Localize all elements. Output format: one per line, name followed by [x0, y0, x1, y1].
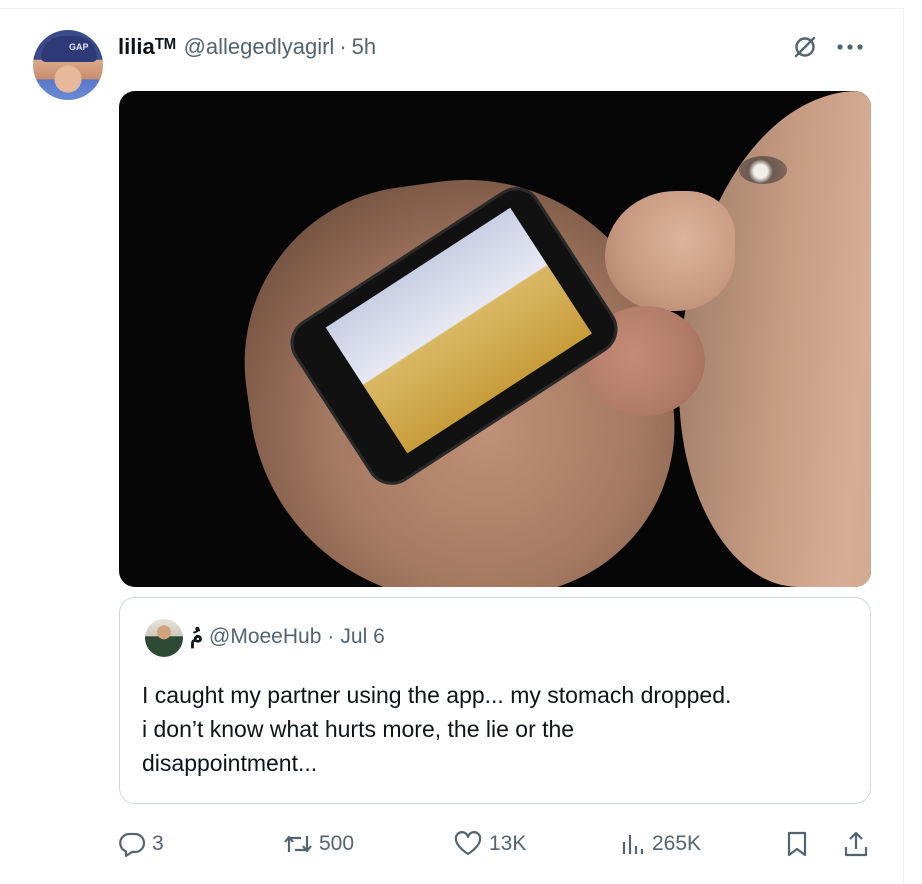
header-separator: ·	[339, 34, 347, 59]
reply-button[interactable]: 3	[118, 822, 164, 866]
quoted-header: مُ @MoeeHub · Jul 6	[190, 624, 385, 649]
like-button[interactable]: 13K	[453, 822, 526, 866]
heart-icon	[453, 830, 483, 858]
tweet-media-image[interactable]	[119, 91, 871, 587]
author-avatar[interactable]: GAP	[33, 30, 103, 100]
more-icon[interactable]	[832, 32, 868, 62]
quoted-timestamp[interactable]: Jul 6	[340, 625, 384, 649]
right-divider	[903, 8, 904, 884]
quoted-author-avatar[interactable]	[145, 619, 183, 657]
views-count: 265K	[652, 832, 702, 855]
action-bar: 3 500 13K 265K	[0, 822, 904, 866]
bookmark-button[interactable]	[784, 822, 810, 866]
share-icon	[842, 829, 870, 859]
quoted-separator: ·	[327, 624, 335, 648]
reply-count: 3	[152, 832, 164, 855]
avatar-cap: GAP	[41, 36, 97, 62]
author-name[interactable]: liliaᵀᴹ	[118, 34, 176, 60]
media-eye	[739, 156, 787, 184]
views-button[interactable]: 265K	[620, 822, 701, 866]
repost-icon	[283, 830, 313, 858]
reply-icon	[118, 830, 146, 858]
media-nose	[605, 191, 735, 311]
like-count: 13K	[489, 832, 527, 855]
quoted-text: I caught my partner using the app... my …	[142, 682, 732, 776]
analytics-icon	[620, 830, 646, 858]
grok-icon[interactable]	[790, 32, 820, 62]
repost-count: 500	[319, 832, 355, 855]
quoted-author-handle[interactable]: @MoeeHub	[209, 625, 321, 649]
tweet-card[interactable]: GAP liliaᵀᴹ @allegedlyagirl · 5h مُ @Moe…	[0, 0, 922, 884]
quoted-author-name[interactable]: مُ	[190, 624, 203, 649]
tweet-header: liliaᵀᴹ @allegedlyagirl · 5h	[118, 34, 376, 60]
bookmark-icon	[784, 829, 810, 859]
top-divider	[0, 8, 904, 9]
quoted-tweet[interactable]: مُ @MoeeHub · Jul 6 I caught my partner …	[119, 597, 871, 804]
tweet-timestamp[interactable]: 5h	[352, 34, 376, 60]
share-button[interactable]	[842, 822, 870, 866]
avatar-cap-logo: GAP	[69, 42, 89, 52]
author-handle[interactable]: @allegedlyagirl	[184, 34, 335, 60]
repost-button[interactable]: 500	[283, 822, 354, 866]
